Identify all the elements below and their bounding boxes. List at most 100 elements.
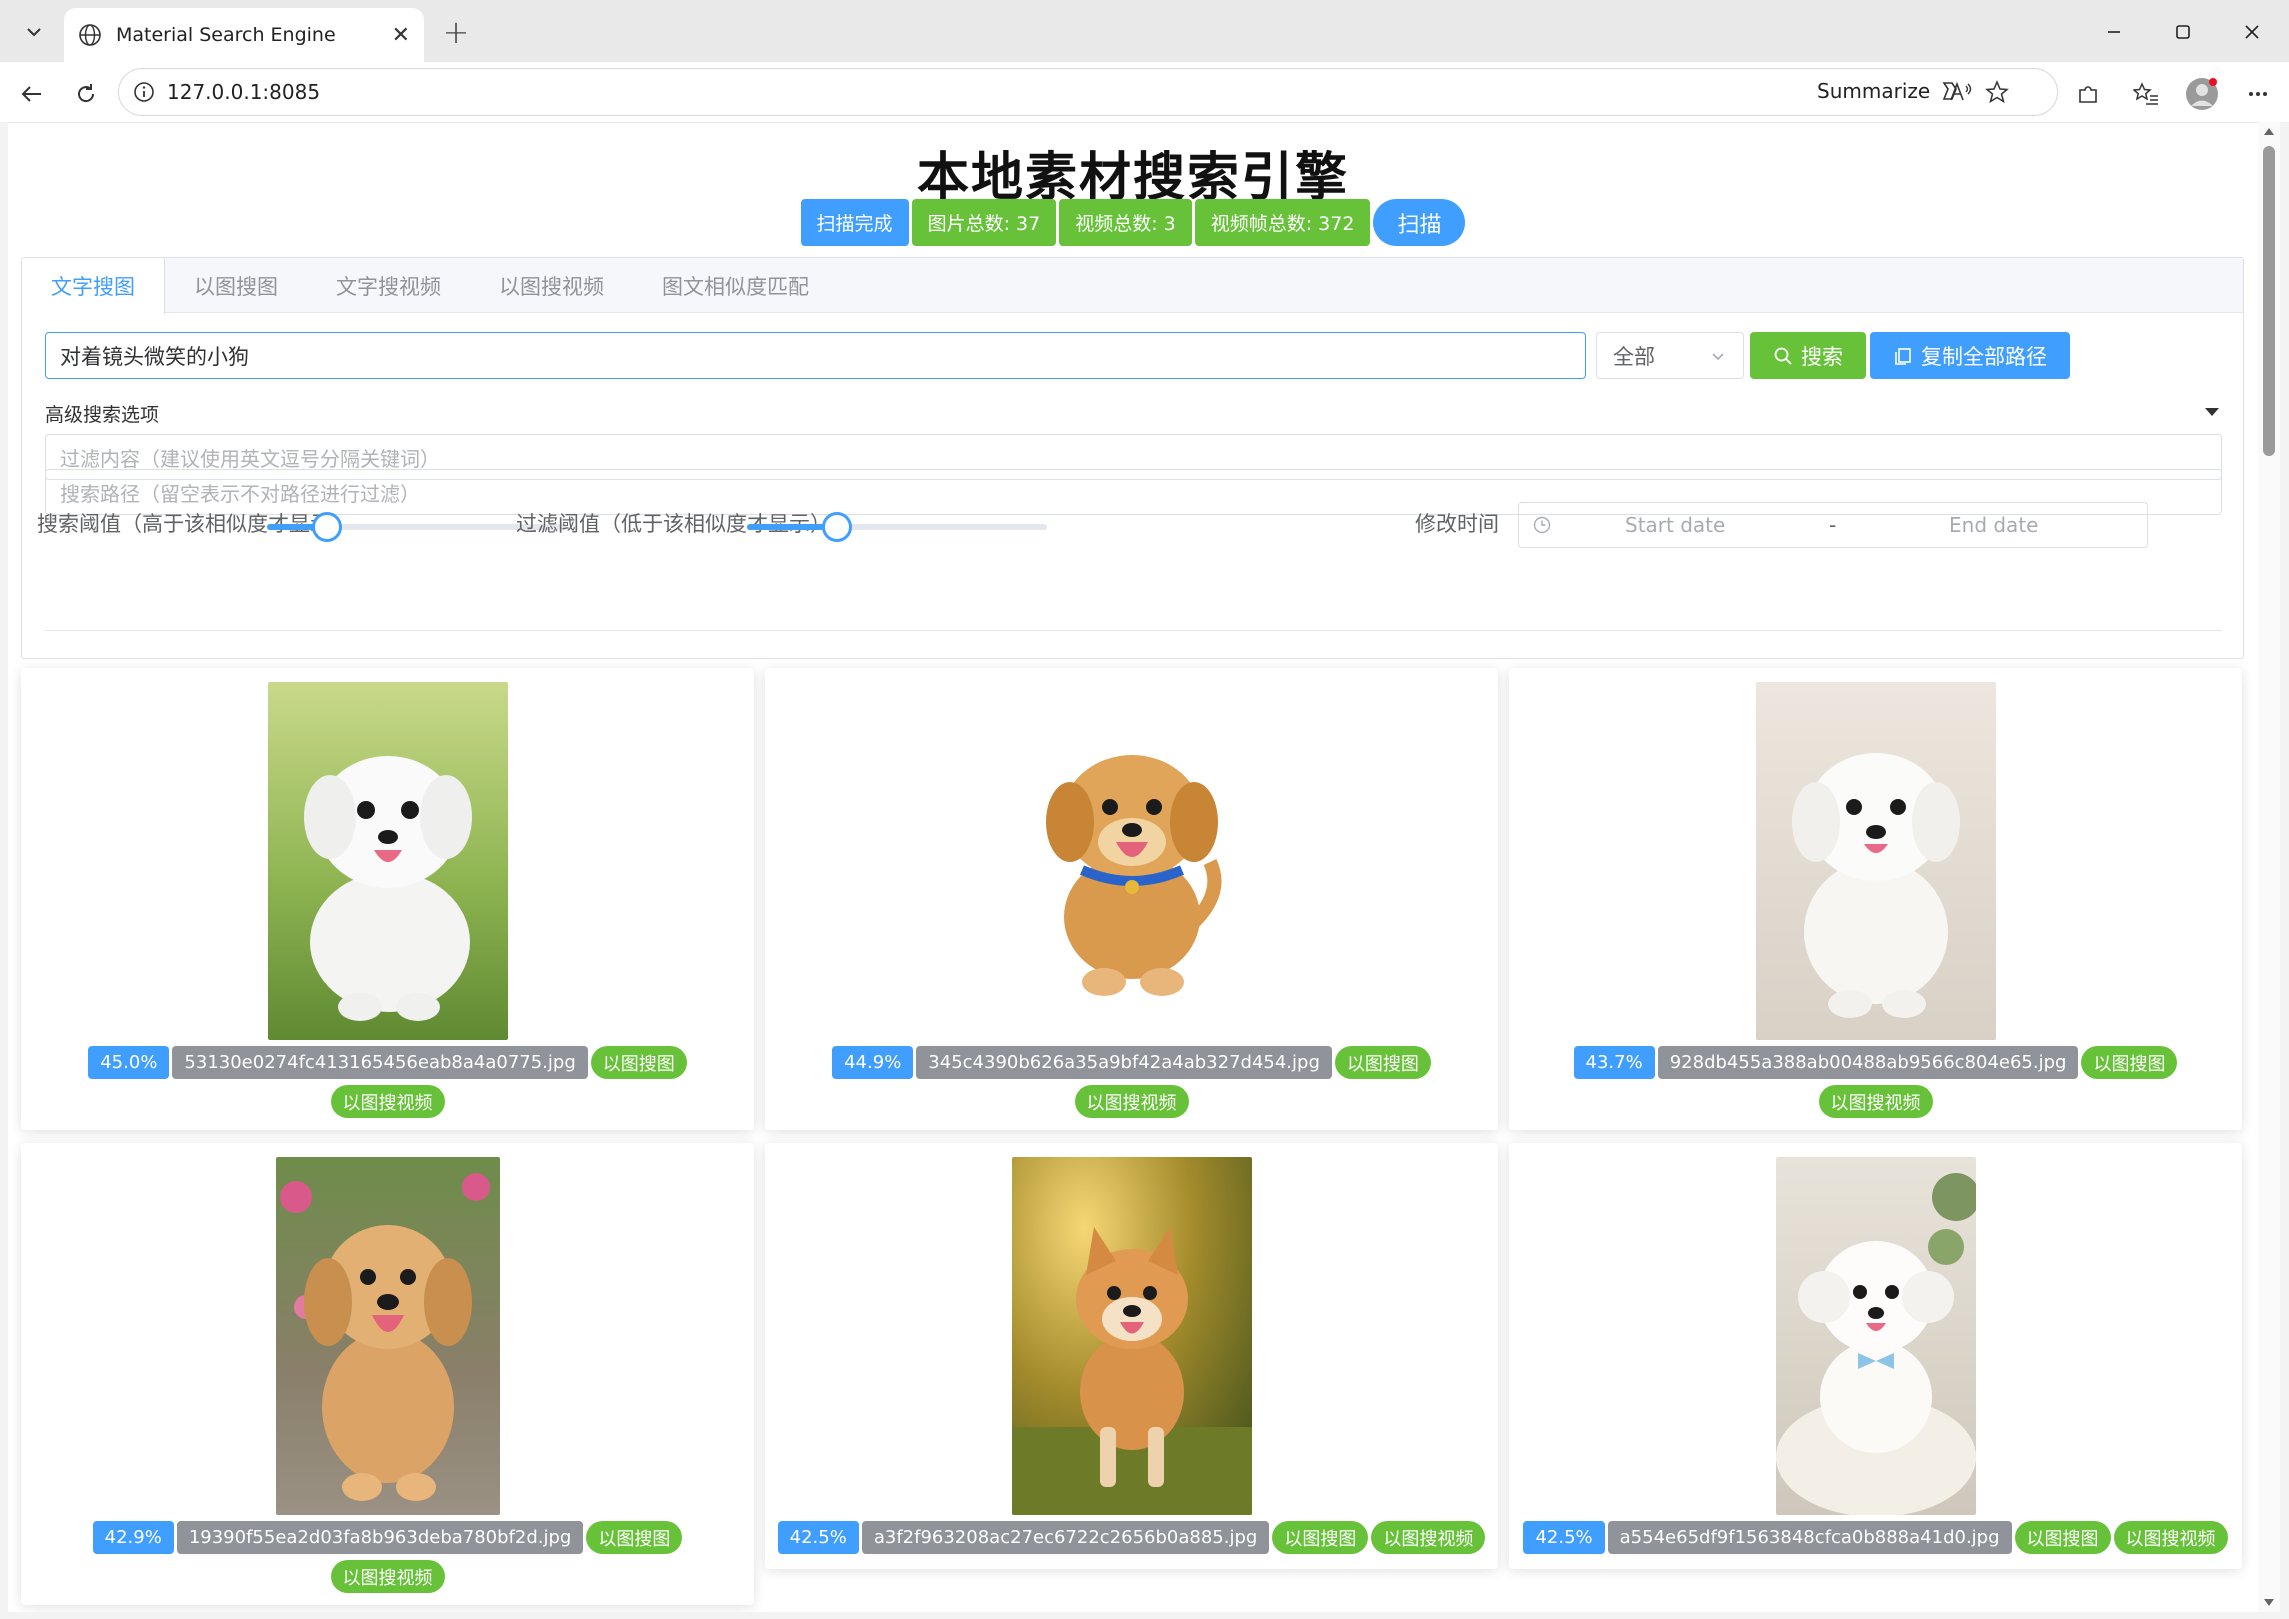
favorite-button[interactable]	[1977, 72, 2017, 112]
favorites-list-icon	[2133, 82, 2158, 105]
tab-text-to-video[interactable]: 文字搜视频	[307, 258, 470, 313]
image-total-badge: 图片总数: 37	[911, 199, 1057, 246]
result-image-white-puppy-on-grass[interactable]	[267, 682, 508, 1040]
image-search-button[interactable]: 以图搜图	[1272, 1521, 1369, 1554]
scroll-down-arrow-icon[interactable]	[2264, 1599, 2274, 1606]
avatar-icon	[2186, 78, 2218, 110]
chevron-down-icon	[27, 28, 41, 37]
scroll-up-arrow-icon[interactable]	[2264, 128, 2274, 135]
similarity-score-badge: 45.0%	[88, 1046, 170, 1079]
page-scrollbar[interactable]	[2258, 122, 2280, 1612]
result-image-golden-puppy-blue-collar[interactable]	[1011, 682, 1252, 1040]
video-search-button[interactable]: 以图搜视频	[330, 1560, 445, 1593]
image-search-button[interactable]: 以图搜图	[1334, 1046, 1431, 1079]
similarity-score-badge: 43.7%	[1573, 1046, 1655, 1079]
video-search-button[interactable]: 以图搜视频	[1818, 1085, 1933, 1118]
slider-handle[interactable]	[822, 512, 852, 542]
back-button[interactable]	[12, 74, 52, 114]
search-threshold-label: 搜索阈值（高于该相似度才显示）	[37, 512, 352, 536]
search-icon	[1774, 347, 1792, 365]
result-image-golden-retriever-puppy[interactable]	[275, 1157, 500, 1515]
similarity-score-badge: 42.5%	[1523, 1521, 1605, 1554]
tab-image-to-image[interactable]: 以图搜图	[165, 258, 307, 313]
favorites-button[interactable]	[2126, 74, 2166, 114]
new-tab-button[interactable]: +	[436, 12, 476, 52]
browser-tab-strip: Material Search Engine ✕ +	[0, 0, 2289, 62]
date-separator: -	[1829, 513, 1837, 537]
filename-badge[interactable]: a554e65df9f1563848cfca0b888a41d0.jpg	[1607, 1521, 2012, 1554]
search-button[interactable]: 搜索	[1750, 332, 1866, 379]
video-search-button[interactable]: 以图搜视频	[1074, 1085, 1189, 1118]
filename-badge[interactable]: 928db455a388ab00488ab9566c804e65.jpg	[1657, 1046, 2079, 1079]
more-horizontal-icon	[2249, 92, 2267, 96]
slider-handle[interactable]	[312, 512, 342, 542]
close-window-button[interactable]	[2232, 12, 2272, 52]
filter-threshold-label: 过滤阈值（低于该相似度才显示）	[516, 512, 831, 536]
profile-button[interactable]	[2182, 74, 2222, 114]
video-search-button[interactable]: 以图搜视频	[1371, 1521, 1486, 1554]
tab-text-to-image[interactable]: 文字搜图	[22, 258, 165, 314]
start-date-input[interactable]: Start date	[1625, 513, 1725, 537]
close-tab-icon[interactable]: ✕	[392, 23, 410, 48]
tab-image-text-similarity[interactable]: 图文相似度匹配	[633, 258, 838, 313]
result-card: 43.7% 928db455a388ab00488ab9566c804e65.j…	[1509, 668, 2242, 1130]
result-image-poodle-puppy-bowtie[interactable]	[1775, 1157, 1976, 1515]
image-search-button[interactable]: 以图搜图	[590, 1046, 687, 1079]
image-search-button[interactable]: 以图搜图	[2014, 1521, 2111, 1554]
advanced-options-title[interactable]: 高级搜索选项	[45, 400, 159, 427]
filename-badge[interactable]: 53130e0274fc413165456eab8a4a0775.jpg	[172, 1046, 588, 1079]
image-search-button[interactable]: 以图搜图	[586, 1521, 683, 1554]
similarity-score-badge: 42.5%	[777, 1521, 859, 1554]
tab-image-to-video[interactable]: 以图搜视频	[470, 258, 633, 313]
date-range-picker[interactable]: Start date - End date	[1518, 502, 2148, 548]
filename-badge[interactable]: a3f2f963208ac27ec6722c2656b0a885.jpg	[861, 1521, 1270, 1554]
search-panel: 文字搜图 以图搜图 文字搜视频 以图搜视频 图文相似度匹配 对着镜头微笑的小狗 …	[21, 257, 2244, 659]
more-menu-button[interactable]	[2238, 74, 2278, 114]
url-text[interactable]: 127.0.0.1:8085	[167, 80, 320, 104]
read-aloud-icon	[1950, 81, 1972, 101]
video-search-button[interactable]: 以图搜视频	[330, 1085, 445, 1118]
close-icon	[2245, 25, 2259, 39]
result-image-shiba-puppy-sunset[interactable]	[1011, 1157, 1252, 1515]
address-bar[interactable]: 127.0.0.1:8085 Summarize	[118, 68, 2058, 116]
collapse-arrow-icon[interactable]	[2205, 408, 2219, 416]
result-meta: 44.9% 345c4390b626a35a9bf42a4ab327d454.j…	[765, 1046, 1498, 1118]
extensions-button[interactable]	[2068, 74, 2108, 114]
similarity-score-badge: 44.9%	[832, 1046, 914, 1079]
image-search-button[interactable]: 以图搜图	[2081, 1046, 2178, 1079]
maximize-button[interactable]	[2163, 12, 2203, 52]
read-aloud-button[interactable]	[1941, 72, 1981, 112]
chevron-down-icon	[1712, 352, 1724, 360]
refresh-icon	[78, 84, 95, 103]
maximize-icon	[2176, 25, 2190, 39]
scan-button[interactable]: 扫描	[1373, 199, 1466, 246]
refresh-button[interactable]	[66, 74, 106, 114]
result-image-white-puppy-indoors[interactable]	[1755, 682, 1996, 1040]
video-total-badge: 视频总数: 3	[1059, 199, 1192, 246]
video-search-button[interactable]: 以图搜视频	[2113, 1521, 2228, 1554]
filename-badge[interactable]: 345c4390b626a35a9bf42a4ab327d454.jpg	[916, 1046, 1332, 1079]
scrollbar-thumb[interactable]	[2263, 146, 2275, 456]
info-icon[interactable]	[133, 81, 155, 103]
filter-threshold-slider[interactable]	[747, 512, 1047, 542]
tab-title: Material Search Engine	[116, 24, 336, 46]
scan-status-badge: 扫描完成	[800, 199, 909, 246]
end-date-input[interactable]: End date	[1949, 513, 2038, 537]
page-viewport: 本地素材搜索引擎 扫描完成 图片总数: 37 视频总数: 3 视频帧总数: 37…	[8, 122, 2258, 1612]
copy-icon	[1895, 347, 1911, 365]
tab-actions-menu-button[interactable]	[14, 12, 54, 52]
minimize-button[interactable]	[2094, 12, 2134, 52]
puzzle-icon	[2079, 86, 2097, 103]
copy-all-paths-button[interactable]: 复制全部路径	[1870, 332, 2070, 379]
browser-tab[interactable]: Material Search Engine ✕	[64, 8, 424, 62]
result-card: 45.0% 53130e0274fc413165456eab8a4a0775.j…	[21, 668, 754, 1130]
browser-toolbar: 127.0.0.1:8085 Summarize	[0, 62, 2289, 122]
star-icon	[1985, 80, 2009, 104]
minimize-icon	[2108, 31, 2120, 33]
result-card: 44.9% 345c4390b626a35a9bf42a4ab327d454.j…	[765, 668, 1498, 1130]
scope-select[interactable]: 全部	[1596, 332, 1744, 379]
globe-icon	[79, 24, 101, 46]
filename-badge[interactable]: 19390f55ea2d03fa8b963deba780bf2d.jpg	[176, 1521, 584, 1554]
divider	[45, 630, 2222, 631]
search-input[interactable]: 对着镜头微笑的小狗	[45, 332, 1586, 379]
